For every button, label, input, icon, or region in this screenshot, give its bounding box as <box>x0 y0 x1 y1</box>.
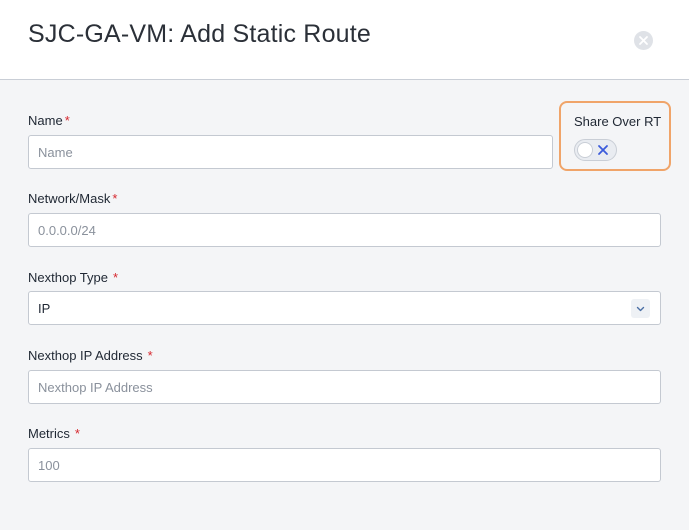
dialog-title: SJC-GA-VM: Add Static Route <box>28 20 372 48</box>
nexthop-ip-label-text: Nexthop IP Address <box>28 348 143 363</box>
required-marker: * <box>112 270 119 285</box>
required-marker: * <box>74 426 80 441</box>
network-mask-label-text: Network/Mask <box>28 191 111 206</box>
metrics-input[interactable] <box>28 448 661 482</box>
share-over-rt-toggle[interactable] <box>574 139 617 161</box>
nexthop-type-label-text: Nexthop Type <box>28 270 108 285</box>
metrics-label: Metrics * <box>28 426 80 441</box>
x-icon <box>597 144 609 156</box>
nexthop-type-label: Nexthop Type * <box>28 270 118 285</box>
nexthop-ip-label: Nexthop IP Address * <box>28 348 153 363</box>
network-mask-input[interactable] <box>28 213 661 247</box>
required-marker: * <box>112 191 118 206</box>
close-icon <box>634 31 653 50</box>
nexthop-type-value: IP <box>38 301 51 316</box>
required-marker: * <box>147 348 153 363</box>
name-label: Name * <box>28 113 70 128</box>
name-label-text: Name <box>28 113 63 128</box>
dialog-header: SJC-GA-VM: Add Static Route <box>0 0 689 80</box>
required-marker: * <box>64 113 70 128</box>
add-static-route-dialog: SJC-GA-VM: Add Static Route Name* Share … <box>0 0 689 530</box>
chevron-down-icon <box>631 299 650 318</box>
toggle-knob <box>577 142 593 158</box>
name-input[interactable] <box>28 135 553 169</box>
nexthop-ip-input[interactable] <box>28 370 661 404</box>
share-over-rt-group: Share Over RT <box>559 101 671 171</box>
close-button[interactable] <box>634 31 653 50</box>
network-mask-label: Network/Mask * <box>28 191 117 206</box>
nexthop-type-select[interactable]: IP <box>28 291 661 325</box>
metrics-label-text: Metrics <box>28 426 70 441</box>
share-over-rt-label: Share Over RT <box>574 114 662 129</box>
